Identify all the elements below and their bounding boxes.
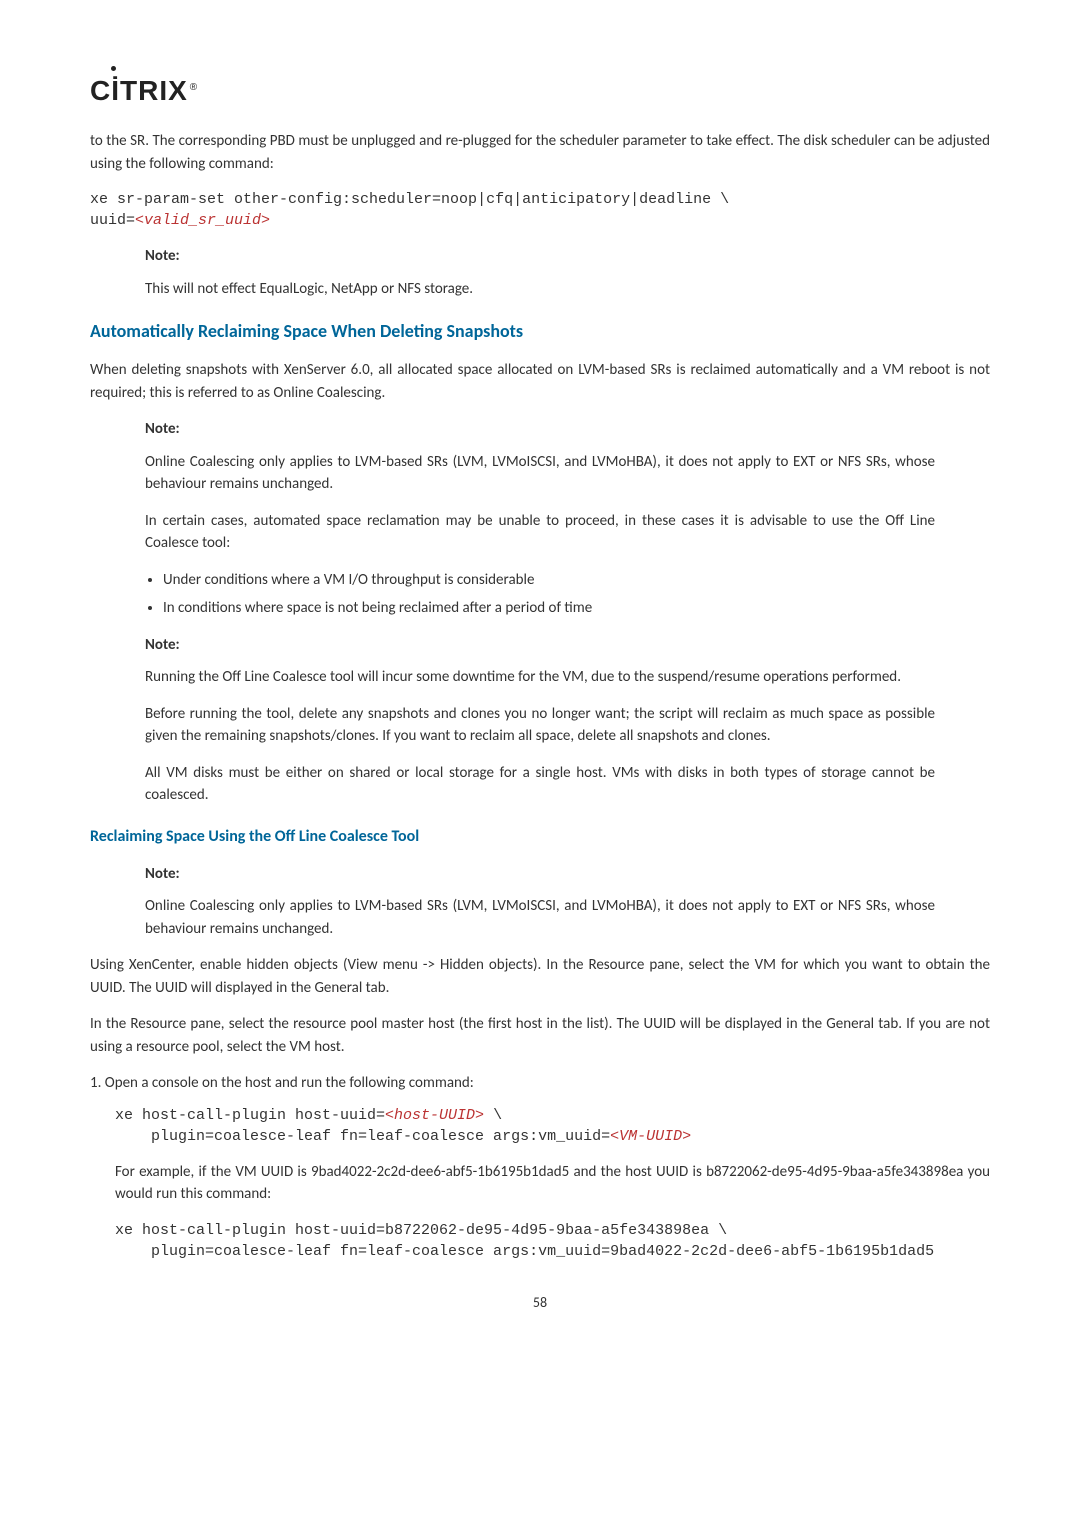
note-text: Running the Off Line Coalesce tool will … <box>145 666 935 689</box>
note-text: Before running the tool, delete any snap… <box>145 703 935 748</box>
step-1-paragraph: For example, if the VM UUID is 9bad4022-… <box>115 1161 990 1206</box>
note-text: This will not effect EqualLogic, NetApp … <box>145 278 935 301</box>
step-1-code: xe host-call-plugin host-uuid=<host-UUID… <box>115 1105 990 1147</box>
note-text: In certain cases, automated space reclam… <box>145 510 935 555</box>
step-1-label: 1. Open a console on the host and run th… <box>90 1072 990 1095</box>
section-auto-reclaim-heading: Automatically Reclaiming Space When Dele… <box>90 318 990 345</box>
note-text: Online Coalescing only applies to LVM-ba… <box>145 451 935 496</box>
reclaim-paragraph-2: In the Resource pane, select the resourc… <box>90 1013 990 1058</box>
reclaim-paragraph-1: Using XenCenter, enable hidden objects (… <box>90 954 990 999</box>
citrix-logo: CİTRIX® <box>90 70 990 112</box>
section-reclaim-heading: Reclaiming Space Using the Off Line Coal… <box>90 825 990 849</box>
logo-text: CİTRIX <box>90 75 188 106</box>
list-item: Under conditions where a VM I/O throughp… <box>163 569 935 592</box>
code-text: plugin=coalesce-leaf fn=leaf-coalesce ar… <box>115 1128 610 1145</box>
note-label: Note: <box>145 418 935 441</box>
note-label: Note: <box>145 863 935 886</box>
note-text: Online Coalescing only applies to LVM-ba… <box>145 895 935 940</box>
code-text: \ <box>484 1107 502 1124</box>
intro-code-block: xe sr-param-set other-config:scheduler=n… <box>90 189 990 231</box>
bullet-list: Under conditions where a VM I/O throughp… <box>163 569 935 620</box>
step-1-code-example: xe host-call-plugin host-uuid=b8722062-d… <box>115 1220 990 1262</box>
page-number: 58 <box>90 1292 990 1313</box>
auto-paragraph-1: When deleting snapshots with XenServer 6… <box>90 359 990 404</box>
code-variable: <VM-UUID> <box>610 1128 691 1145</box>
code-variable: <valid_sr_uuid> <box>135 212 270 229</box>
list-item: In conditions where space is not being r… <box>163 597 935 620</box>
code-text: xe host-call-plugin host-uuid= <box>115 1107 385 1124</box>
note-label: Note: <box>145 245 935 268</box>
code-variable: <host-UUID> <box>385 1107 484 1124</box>
intro-paragraph: to the SR. The corresponding PBD must be… <box>90 130 990 175</box>
note-label: Note: <box>145 634 935 657</box>
note-text: All VM disks must be either on shared or… <box>145 762 935 807</box>
